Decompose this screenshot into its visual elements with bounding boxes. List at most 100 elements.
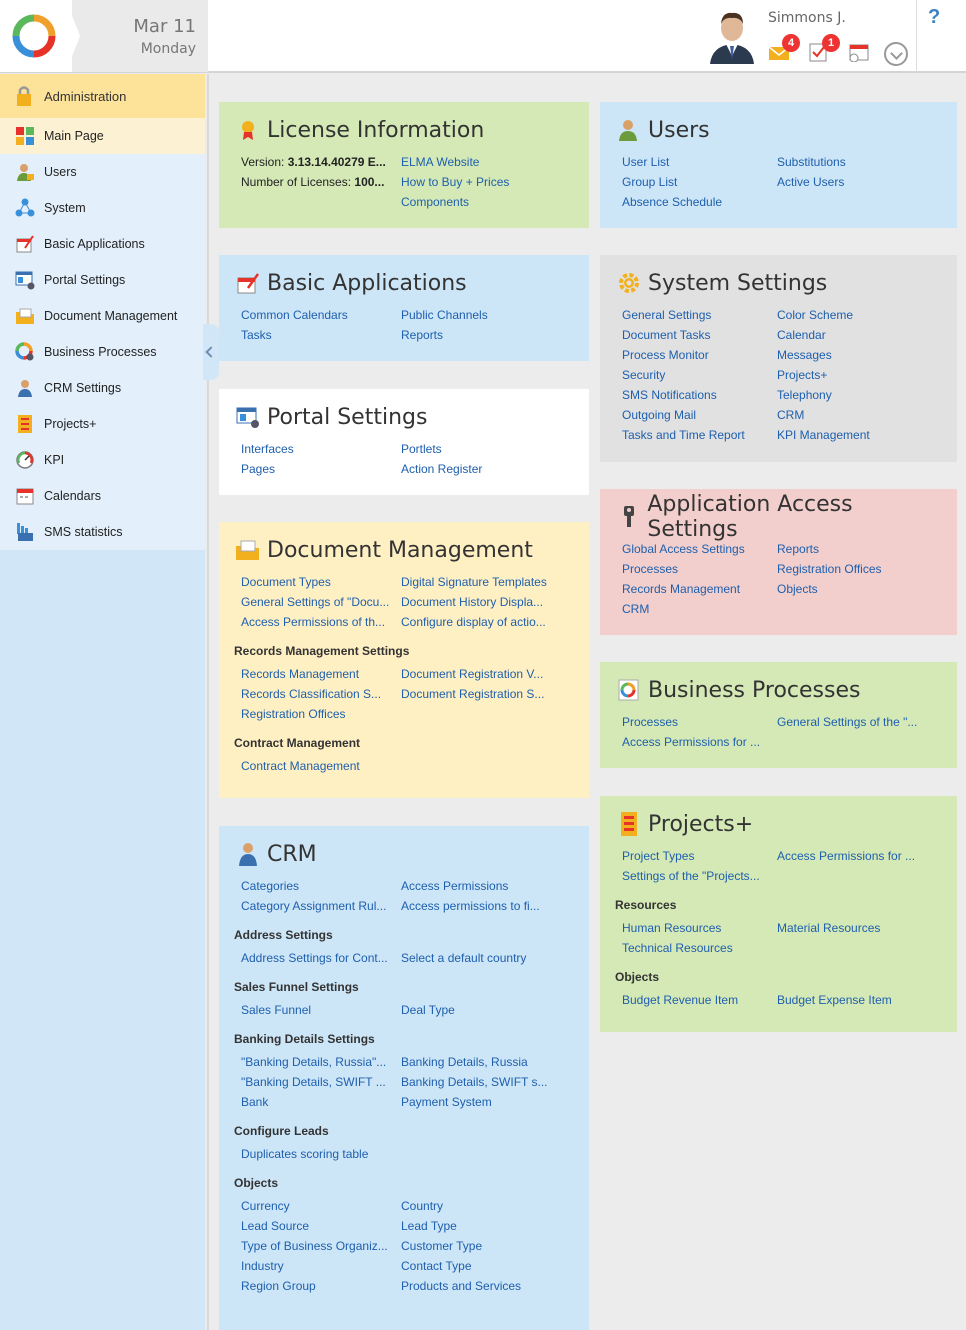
link-document-types[interactable]: Document Types xyxy=(241,572,401,592)
link-projects[interactable]: Projects+ xyxy=(777,365,932,385)
link-address-settings-for-contractors[interactable]: Address Settings for Cont... xyxy=(241,948,401,968)
link-document-registration-v[interactable]: Document Registration V... xyxy=(401,664,556,684)
sidebar-item-kpi[interactable]: KPI xyxy=(0,442,205,478)
link-industry[interactable]: Industry xyxy=(241,1256,401,1276)
elma-website-link[interactable]: ELMA Website xyxy=(401,152,556,172)
mail-icon[interactable]: 4 xyxy=(768,34,800,62)
link-access-permissions[interactable]: Access Permissions xyxy=(401,876,556,896)
link-contract-management[interactable]: Contract Management xyxy=(241,756,401,776)
sidebar-item-basic-applications[interactable]: Basic Applications xyxy=(0,226,205,262)
sidebar-collapse-button[interactable] xyxy=(203,324,219,380)
link-lead-type[interactable]: Lead Type xyxy=(401,1216,556,1236)
link-region-group[interactable]: Region Group xyxy=(241,1276,401,1296)
link-processes[interactable]: Processes xyxy=(622,559,777,579)
link-deal-type[interactable]: Deal Type xyxy=(401,1000,556,1020)
link-document-registration-s[interactable]: Document Registration S... xyxy=(401,684,556,704)
user-menu-dropdown-button[interactable] xyxy=(884,42,908,66)
link-crm[interactable]: CRM xyxy=(622,599,777,619)
link-action-register[interactable]: Action Register xyxy=(401,459,556,479)
link-payment-system[interactable]: Payment System xyxy=(401,1092,556,1112)
link-color-scheme[interactable]: Color Scheme xyxy=(777,305,932,325)
link-reports[interactable]: Reports xyxy=(401,325,556,345)
link-budget-revenue-item[interactable]: Budget Revenue Item xyxy=(622,990,777,1010)
link-access-permissions[interactable]: Access Permissions of th... xyxy=(241,612,401,632)
link-general-settings[interactable]: General Settings xyxy=(622,305,777,325)
sidebar-item-projects[interactable]: Projects+ xyxy=(0,406,205,442)
sidebar-item-document-management[interactable]: Document Management xyxy=(0,298,205,334)
link-active-users[interactable]: Active Users xyxy=(777,172,932,192)
link-products-and-services[interactable]: Products and Services xyxy=(401,1276,556,1296)
link-digital-signature-templates[interactable]: Digital Signature Templates xyxy=(401,572,556,592)
sidebar-item-system[interactable]: System xyxy=(0,190,205,226)
sidebar-item-sms-statistics[interactable]: SMS statistics xyxy=(0,514,205,550)
sidebar-item-crm-settings[interactable]: CRM Settings xyxy=(0,370,205,406)
link-outgoing-mail[interactable]: Outgoing Mail xyxy=(622,405,777,425)
link-sales-funnel[interactable]: Sales Funnel xyxy=(241,1000,401,1020)
link-type-of-business-organization[interactable]: Type of Business Organiz... xyxy=(241,1236,401,1256)
link-country[interactable]: Country xyxy=(401,1196,556,1216)
link-document-tasks[interactable]: Document Tasks xyxy=(622,325,777,345)
link-sms-notifications[interactable]: SMS Notifications xyxy=(622,385,777,405)
user-avatar[interactable] xyxy=(704,6,760,64)
sidebar-item-calendars[interactable]: Calendars xyxy=(0,478,205,514)
link-select-default-country[interactable]: Select a default country xyxy=(401,948,556,968)
link-substitutions[interactable]: Substitutions xyxy=(777,152,932,172)
link-bank[interactable]: Bank xyxy=(241,1092,401,1112)
link-process-monitor[interactable]: Process Monitor xyxy=(622,345,777,365)
link-security[interactable]: Security xyxy=(622,365,777,385)
link-messages[interactable]: Messages xyxy=(777,345,932,365)
link-processes[interactable]: Processes xyxy=(622,712,777,732)
link-technical-resources[interactable]: Technical Resources xyxy=(622,938,777,958)
user-name[interactable]: Simmons J. xyxy=(768,10,846,26)
link-category-assignment-rules[interactable]: Category Assignment Rul... xyxy=(241,896,401,916)
link-global-access-settings[interactable]: Global Access Settings xyxy=(622,539,777,559)
link-kpi-management[interactable]: KPI Management xyxy=(777,425,932,445)
link-portlets[interactable]: Portlets xyxy=(401,439,556,459)
link-tasks[interactable]: Tasks xyxy=(241,325,401,345)
link-material-resources[interactable]: Material Resources xyxy=(777,918,932,938)
link-budget-expense-item[interactable]: Budget Expense Item xyxy=(777,990,932,1010)
link-currency[interactable]: Currency xyxy=(241,1196,401,1216)
link-user-list[interactable]: User List xyxy=(622,152,777,172)
link-settings-of-projects[interactable]: Settings of the "Projects... xyxy=(622,866,777,886)
link-customer-type[interactable]: Customer Type xyxy=(401,1236,556,1256)
sidebar-item-users[interactable]: Users xyxy=(0,154,205,190)
link-access-permissions-to-fields[interactable]: Access permissions to fi... xyxy=(401,896,556,916)
link-contact-type[interactable]: Contact Type xyxy=(401,1256,556,1276)
link-lead-source[interactable]: Lead Source xyxy=(241,1216,401,1236)
link-records-management[interactable]: Records Management xyxy=(622,579,777,599)
link-records-classification[interactable]: Records Classification S... xyxy=(241,684,401,704)
sidebar-item-business-processes[interactable]: Business Processes xyxy=(0,334,205,370)
link-common-calendars[interactable]: Common Calendars xyxy=(241,305,401,325)
link-registration-offices[interactable]: Registration Offices xyxy=(777,559,932,579)
link-document-history-display[interactable]: Document History Displa... xyxy=(401,592,556,612)
components-link[interactable]: Components xyxy=(401,192,556,212)
link-calendar[interactable]: Calendar xyxy=(777,325,932,345)
tasks-icon[interactable]: 1 xyxy=(808,34,840,62)
link-objects[interactable]: Objects xyxy=(777,579,932,599)
link-configure-display-actions[interactable]: Configure display of actio... xyxy=(401,612,556,632)
link-general-settings-of-the[interactable]: General Settings of the "... xyxy=(777,712,932,732)
help-button[interactable]: ? xyxy=(928,6,940,29)
link-tasks-time-report[interactable]: Tasks and Time Report xyxy=(622,425,777,445)
sidebar-title[interactable]: Administration xyxy=(0,74,205,118)
calendar-icon[interactable] xyxy=(848,42,870,63)
link-general-settings-docu[interactable]: General Settings of "Docu... xyxy=(241,592,401,612)
link-access-permissions-for[interactable]: Access Permissions for ... xyxy=(622,732,777,752)
link-banking-details-russia[interactable]: Banking Details, Russia xyxy=(401,1052,556,1072)
link-telephony[interactable]: Telephony xyxy=(777,385,932,405)
link-records-management[interactable]: Records Management xyxy=(241,664,401,684)
link-group-list[interactable]: Group List xyxy=(622,172,777,192)
link-categories[interactable]: Categories xyxy=(241,876,401,896)
link-banking-details-russia-quoted[interactable]: "Banking Details, Russia"... xyxy=(241,1052,401,1072)
link-crm[interactable]: CRM xyxy=(777,405,932,425)
link-access-permissions-for[interactable]: Access Permissions for ... xyxy=(777,846,932,866)
link-public-channels[interactable]: Public Channels xyxy=(401,305,556,325)
link-project-types[interactable]: Project Types xyxy=(622,846,777,866)
link-human-resources[interactable]: Human Resources xyxy=(622,918,777,938)
sidebar-item-portal-settings[interactable]: Portal Settings xyxy=(0,262,205,298)
link-registration-offices[interactable]: Registration Offices xyxy=(241,704,401,724)
link-duplicates-scoring-table[interactable]: Duplicates scoring table xyxy=(241,1144,401,1164)
how-to-buy-link[interactable]: How to Buy + Prices xyxy=(401,172,556,192)
link-absence-schedule[interactable]: Absence Schedule xyxy=(622,192,777,212)
